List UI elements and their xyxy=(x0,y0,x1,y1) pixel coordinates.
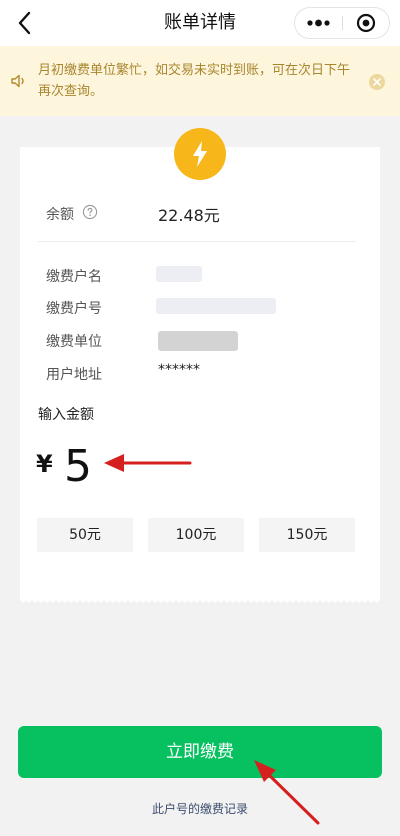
more-dots-icon xyxy=(307,19,330,27)
close-circle-icon xyxy=(373,78,381,86)
address-value: ****** xyxy=(158,362,200,378)
account-number-label: 缴费户号 xyxy=(46,301,102,317)
more-button[interactable] xyxy=(295,8,342,38)
back-button[interactable] xyxy=(10,8,40,38)
address-label: 用户地址 xyxy=(46,367,102,383)
lightning-icon xyxy=(193,141,207,167)
company-label: 缴费单位 xyxy=(46,334,102,350)
amount-label: 输入金额 xyxy=(38,407,94,423)
card-divider xyxy=(38,241,356,242)
notice-close-button[interactable] xyxy=(369,74,385,90)
chevron-left-icon xyxy=(18,11,31,35)
notice-bar: 月初缴费单位繁忙，如交易未实时到账，可在次日下午再次查询。 xyxy=(0,46,400,116)
amount-input[interactable]: ¥ 5 xyxy=(36,440,206,494)
payment-record-link[interactable]: 此户号的缴费记录 xyxy=(0,800,400,817)
amount-value: 5 xyxy=(64,441,92,492)
currency-symbol: ¥ xyxy=(36,450,53,478)
help-icon[interactable] xyxy=(82,204,98,220)
bill-type-badge xyxy=(174,128,226,180)
account-number-redacted xyxy=(156,298,276,314)
pay-now-button[interactable]: 立即缴费 xyxy=(18,726,382,778)
quick-amount-100[interactable]: 100元 xyxy=(148,518,244,552)
account-name-redacted xyxy=(156,266,202,282)
target-close-icon xyxy=(356,13,376,33)
account-name-label: 缴费户名 xyxy=(46,269,102,285)
quick-amount-50[interactable]: 50元 xyxy=(37,518,133,552)
company-redacted xyxy=(158,331,238,351)
speaker-icon xyxy=(11,74,24,88)
close-mini-program-button[interactable] xyxy=(343,8,389,38)
card-zigzag-edge xyxy=(20,596,380,603)
mini-program-capsule xyxy=(294,7,390,39)
balance-label: 余额 xyxy=(46,207,74,223)
notice-text: 月初缴费单位繁忙，如交易未实时到账，可在次日下午再次查询。 xyxy=(38,63,351,99)
balance-value: 22.48元 xyxy=(158,206,220,225)
quick-amount-150[interactable]: 150元 xyxy=(259,518,355,552)
nav-bar: 账单详情 xyxy=(0,0,400,46)
